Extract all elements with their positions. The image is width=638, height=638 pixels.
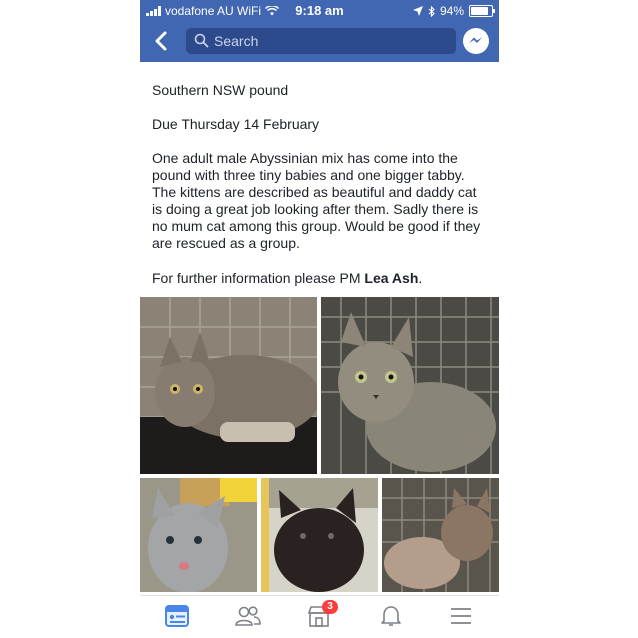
tabby-kitten-photo[interactable] [321,297,499,474]
post-contact: For further information please PM Lea As… [152,270,487,287]
tabby-cat-photo[interactable] [140,297,317,474]
messenger-icon [469,37,482,43]
post-due-date: Due Thursday 14 February [152,116,320,132]
post-content: Southern NSW pound Due Thursday 14 Febru… [140,62,499,592]
location-arrow-icon [412,6,423,16]
status-bar: vodafone AU WiFi 9:18 am 94% [140,0,499,22]
tab-friends[interactable] [234,604,262,630]
description-line: pound with three tiny babies and one big… [152,167,465,183]
bluetooth-icon [428,5,435,17]
left-margin [0,0,140,638]
contact-prefix: For further information please PM [152,270,365,286]
news-feed-icon [165,605,189,627]
tab-marketplace[interactable]: 3 [306,600,338,630]
description-line: The kittens are described as beautiful a… [152,184,477,200]
battery-icon [469,5,495,17]
post-location: Southern NSW pound [152,82,289,98]
search-icon [194,33,209,48]
tab-news-feed[interactable] [164,604,192,630]
description-line: is doing a great job looking after them.… [152,201,479,217]
menu-icon [451,608,471,624]
bottom-tab-bar: 3 [140,595,499,638]
messenger-button[interactable] [463,28,489,54]
chevron-left-icon [155,31,167,51]
bell-icon [381,606,401,626]
black-kitten-photo[interactable] [261,478,378,592]
search-placeholder: Search [214,33,259,49]
description-line: no mum cat among this group. Would be go… [152,218,481,234]
contact-name-link[interactable]: Lea Ash [364,270,418,286]
search-input[interactable]: Search [186,28,456,54]
notification-badge: 3 [322,600,338,614]
friends-icon [235,606,261,626]
tab-notifications[interactable] [378,604,406,630]
right-margin [499,0,638,638]
battery-percent: 94% [439,4,464,18]
grey-kitten-photo[interactable] [140,478,257,592]
contact-suffix: . [418,270,423,286]
post-description: One adult male Abyssinian mix has come i… [152,150,487,252]
description-line: One adult male Abyssinian mix has come i… [152,150,458,166]
battery-level [471,7,488,15]
top-nav-bar: Search [140,22,499,62]
phone-screen: vodafone AU WiFi 9:18 am 94% Search Sout… [140,0,499,638]
tab-menu[interactable] [448,604,476,630]
sleeping-kittens-photo[interactable] [382,478,499,592]
back-button[interactable] [150,28,172,54]
description-line: are rescued as a group. [152,235,300,251]
